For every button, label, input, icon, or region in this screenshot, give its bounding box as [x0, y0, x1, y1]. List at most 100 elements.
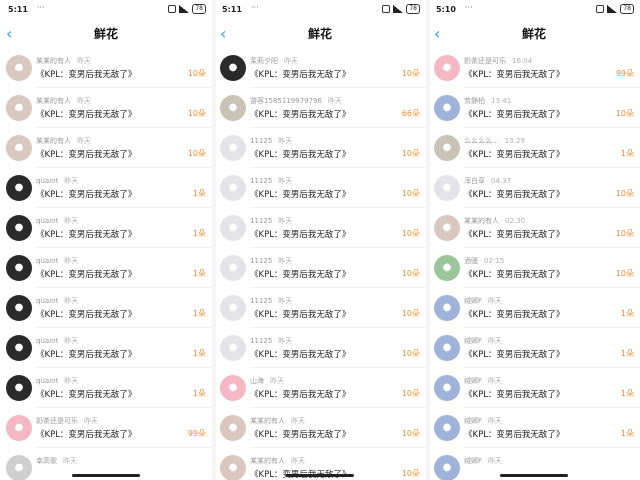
- dark-avatar[interactable]: ●: [220, 55, 246, 81]
- avatar-icon: ●: [14, 222, 24, 233]
- blue-avatar[interactable]: ●: [434, 335, 460, 361]
- user-name: 游客15851199797​96 昨天: [250, 96, 342, 106]
- dark-avatar[interactable]: ●: [6, 335, 32, 361]
- flower-count: 10朵: [401, 269, 420, 278]
- list-item[interactable]: ● 绒卿F 昨天 《KPL：变男后我无敌了》 1朵: [428, 408, 640, 448]
- boy-avatar[interactable]: ●: [220, 295, 246, 321]
- user-name-text: 么么么么...: [464, 137, 499, 145]
- list-item[interactable]: ● 某某的有人昨天 《KPL：变男后我无敌了》 10朵: [214, 408, 426, 448]
- dark-avatar[interactable]: ●: [6, 375, 32, 401]
- list-item[interactable]: ● quaint 昨天 《KPL：变男后我无敌了》 1朵: [0, 288, 212, 328]
- user-name-text: quaint: [36, 297, 59, 305]
- signal-icon: [607, 5, 618, 13]
- book-title: 《KPL：变男后我无敌了》: [36, 150, 137, 160]
- blue-avatar[interactable]: ●: [434, 95, 460, 121]
- pink-avatar[interactable]: ●: [6, 415, 32, 441]
- list-item[interactable]: ● quaint 昨天 《KPL：变男后我无敌了》 1朵: [0, 208, 212, 248]
- list-item[interactable]: ● 某某的有人昨天 《KPL：变男后我无敌了》 10朵: [0, 128, 212, 168]
- dark-avatar[interactable]: ●: [6, 175, 32, 201]
- cat-avatar[interactable]: ●: [220, 95, 246, 121]
- boy-avatar[interactable]: ●: [220, 215, 246, 241]
- list-item[interactable]: ● 奶茶还是可乐 昨天 《KPL：变男后我无敌了》 99朵: [0, 408, 212, 448]
- list-item[interactable]: ● 么么么么... 13:29 《KPL：变男后我无敌了》 1朵: [428, 128, 640, 168]
- blue-avatar[interactable]: ●: [434, 415, 460, 441]
- list-item[interactable]: ● quaint 昨天 《KPL：变男后我无敌了》 1朵: [0, 168, 212, 208]
- boy-avatar[interactable]: ●: [220, 135, 246, 161]
- girl-avatar[interactable]: ●: [220, 455, 246, 480]
- list-item[interactable]: ● 某某的有人昨天 《KPL：变男后我无敌了》 10朵: [0, 48, 212, 88]
- user-name: 11125 昨天: [250, 336, 292, 346]
- user-name: 11125 昨天: [250, 176, 292, 186]
- flower-count: 1朵: [192, 389, 206, 398]
- list-item[interactable]: ● 茉莉夕阳 昨天 《KPL：变男后我无敌了》 10朵: [214, 48, 426, 88]
- girl-avatar[interactable]: ●: [434, 215, 460, 241]
- dark-avatar[interactable]: ●: [6, 255, 32, 281]
- blue-avatar[interactable]: ●: [434, 295, 460, 321]
- avatar-icon: ●: [228, 262, 238, 273]
- list-item[interactable]: ● 11125 昨天 《KPL：变男后我无敌了》 10朵: [214, 248, 426, 288]
- book-title: 《KPL：变男后我无敌了》: [464, 390, 565, 400]
- book-title: 《KPL：变男后我无敌了》: [250, 190, 351, 200]
- list-item[interactable]: ● 山海 昨天 《KPL：变男后我无敌了》 10朵: [214, 368, 426, 408]
- blue-avatar[interactable]: ●: [434, 455, 460, 480]
- boy-avatar[interactable]: ●: [220, 255, 246, 281]
- list-item[interactable]: ● 绒卿F 昨天 《KPL：变男后我无敌了》 1朵: [428, 328, 640, 368]
- list-item[interactable]: ● 某某的有人 02:30 《KPL：变男后我无敌了》 10朵: [428, 208, 640, 248]
- list-item[interactable]: ● 11125 昨天 《KPL：变男后我无敌了》 10朵: [214, 288, 426, 328]
- user-name-text: 绒卿F: [464, 297, 483, 305]
- user-name: 奶茶还是可乐 16:04: [464, 56, 532, 66]
- book-title: 《KPL：变男后我无敌了》: [250, 350, 351, 360]
- user-name-text: 洒骚: [464, 257, 478, 265]
- list-item[interactable]: ● 某某的有人昨天 《KPL：变男后我无敌了》 10朵: [0, 88, 212, 128]
- list-item[interactable]: ● 洒骚 02:15 《KPL：变男后我无敌了》 10朵: [428, 248, 640, 288]
- avatar-icon: ●: [228, 182, 238, 193]
- list-item[interactable]: ● 绒卿F 昨天 《KPL：变男后我无敌了》 1朵: [428, 368, 640, 408]
- user-name-text: 11125: [250, 177, 273, 185]
- gift-time: 昨天: [278, 337, 293, 345]
- gift-time: 13:29: [504, 137, 525, 145]
- girl-avatar[interactable]: ●: [6, 55, 32, 81]
- user-name: 11125 昨天: [250, 136, 292, 146]
- gift-time: 昨天: [64, 257, 79, 265]
- girl-avatar[interactable]: ●: [6, 95, 32, 121]
- green-avatar[interactable]: ●: [434, 255, 460, 281]
- status-icons: 78: [596, 4, 634, 14]
- book-title: 《KPL：变男后我无敌了》: [36, 110, 137, 120]
- list-item[interactable]: ● quaint 昨天 《KPL：变男后我无敌了》 1朵: [0, 368, 212, 408]
- user-name-text: 浑白草: [464, 177, 485, 185]
- user-name-text: 11125: [250, 137, 273, 145]
- list-item[interactable]: ● 11125 昨天 《KPL：变男后我无敌了》 10朵: [214, 128, 426, 168]
- boy-avatar[interactable]: ●: [220, 175, 246, 201]
- list-item[interactable]: ● 绒卿F 昨天 《KPL：变男后我无敌了》 1朵: [428, 288, 640, 328]
- gift-time: 昨天: [278, 177, 293, 185]
- boy-avatar[interactable]: ●: [434, 175, 460, 201]
- list-item[interactable]: ● 劳静柏 13:41 《KPL：变男后我无敌了》 10朵: [428, 88, 640, 128]
- girl-avatar[interactable]: ●: [6, 135, 32, 161]
- book-title: 《KPL：变男后我无敌了》: [464, 190, 565, 200]
- user-name: 某某的有人 昨天: [36, 96, 91, 106]
- list-item[interactable]: ● quaint 昨天 《KPL：变男后我无敌了》 1朵: [0, 328, 212, 368]
- list-item[interactable]: ● 奶茶还是可乐 16:04 《KPL：变男后我无敌了》 99朵: [428, 48, 640, 88]
- boy-avatar[interactable]: ●: [220, 335, 246, 361]
- dark-avatar[interactable]: ●: [6, 215, 32, 241]
- avatar-icon: ●: [14, 182, 24, 193]
- user-name: 山海 昨天: [250, 376, 284, 386]
- book-title: 《KPL：变男后我无敌了》: [464, 310, 565, 320]
- girl-avatar[interactable]: ●: [220, 415, 246, 441]
- list-item[interactable]: ● 浑白草 04:37 《KPL：变男后我无敌了》 10朵: [428, 168, 640, 208]
- list-item[interactable]: ● 11125 昨天 《KPL：变男后我无敌了》 10朵: [214, 328, 426, 368]
- status-bar: 5:11 ··· 78: [214, 0, 426, 18]
- list-item[interactable]: ● 11125 昨天 《KPL：变男后我无敌了》 10朵: [214, 168, 426, 208]
- status-dots: ···: [465, 3, 473, 12]
- blue-avatar[interactable]: ●: [434, 375, 460, 401]
- dark-avatar[interactable]: ●: [6, 295, 32, 321]
- pink-avatar[interactable]: ●: [434, 55, 460, 81]
- pink-avatar[interactable]: ●: [220, 375, 246, 401]
- grey-avatar[interactable]: ●: [6, 455, 32, 480]
- cat-avatar[interactable]: ●: [434, 135, 460, 161]
- list-item[interactable]: ● 游客15851199797​96 昨天 《KPL：变男后我无敌了》 66朵: [214, 88, 426, 128]
- list-item[interactable]: ● 11125 昨天 《KPL：变男后我无敌了》 10朵: [214, 208, 426, 248]
- flower-count: 10朵: [401, 469, 420, 478]
- list-item[interactable]: ● quaint 昨天 《KPL：变男后我无敌了》 1朵: [0, 248, 212, 288]
- home-indicator: [500, 474, 568, 477]
